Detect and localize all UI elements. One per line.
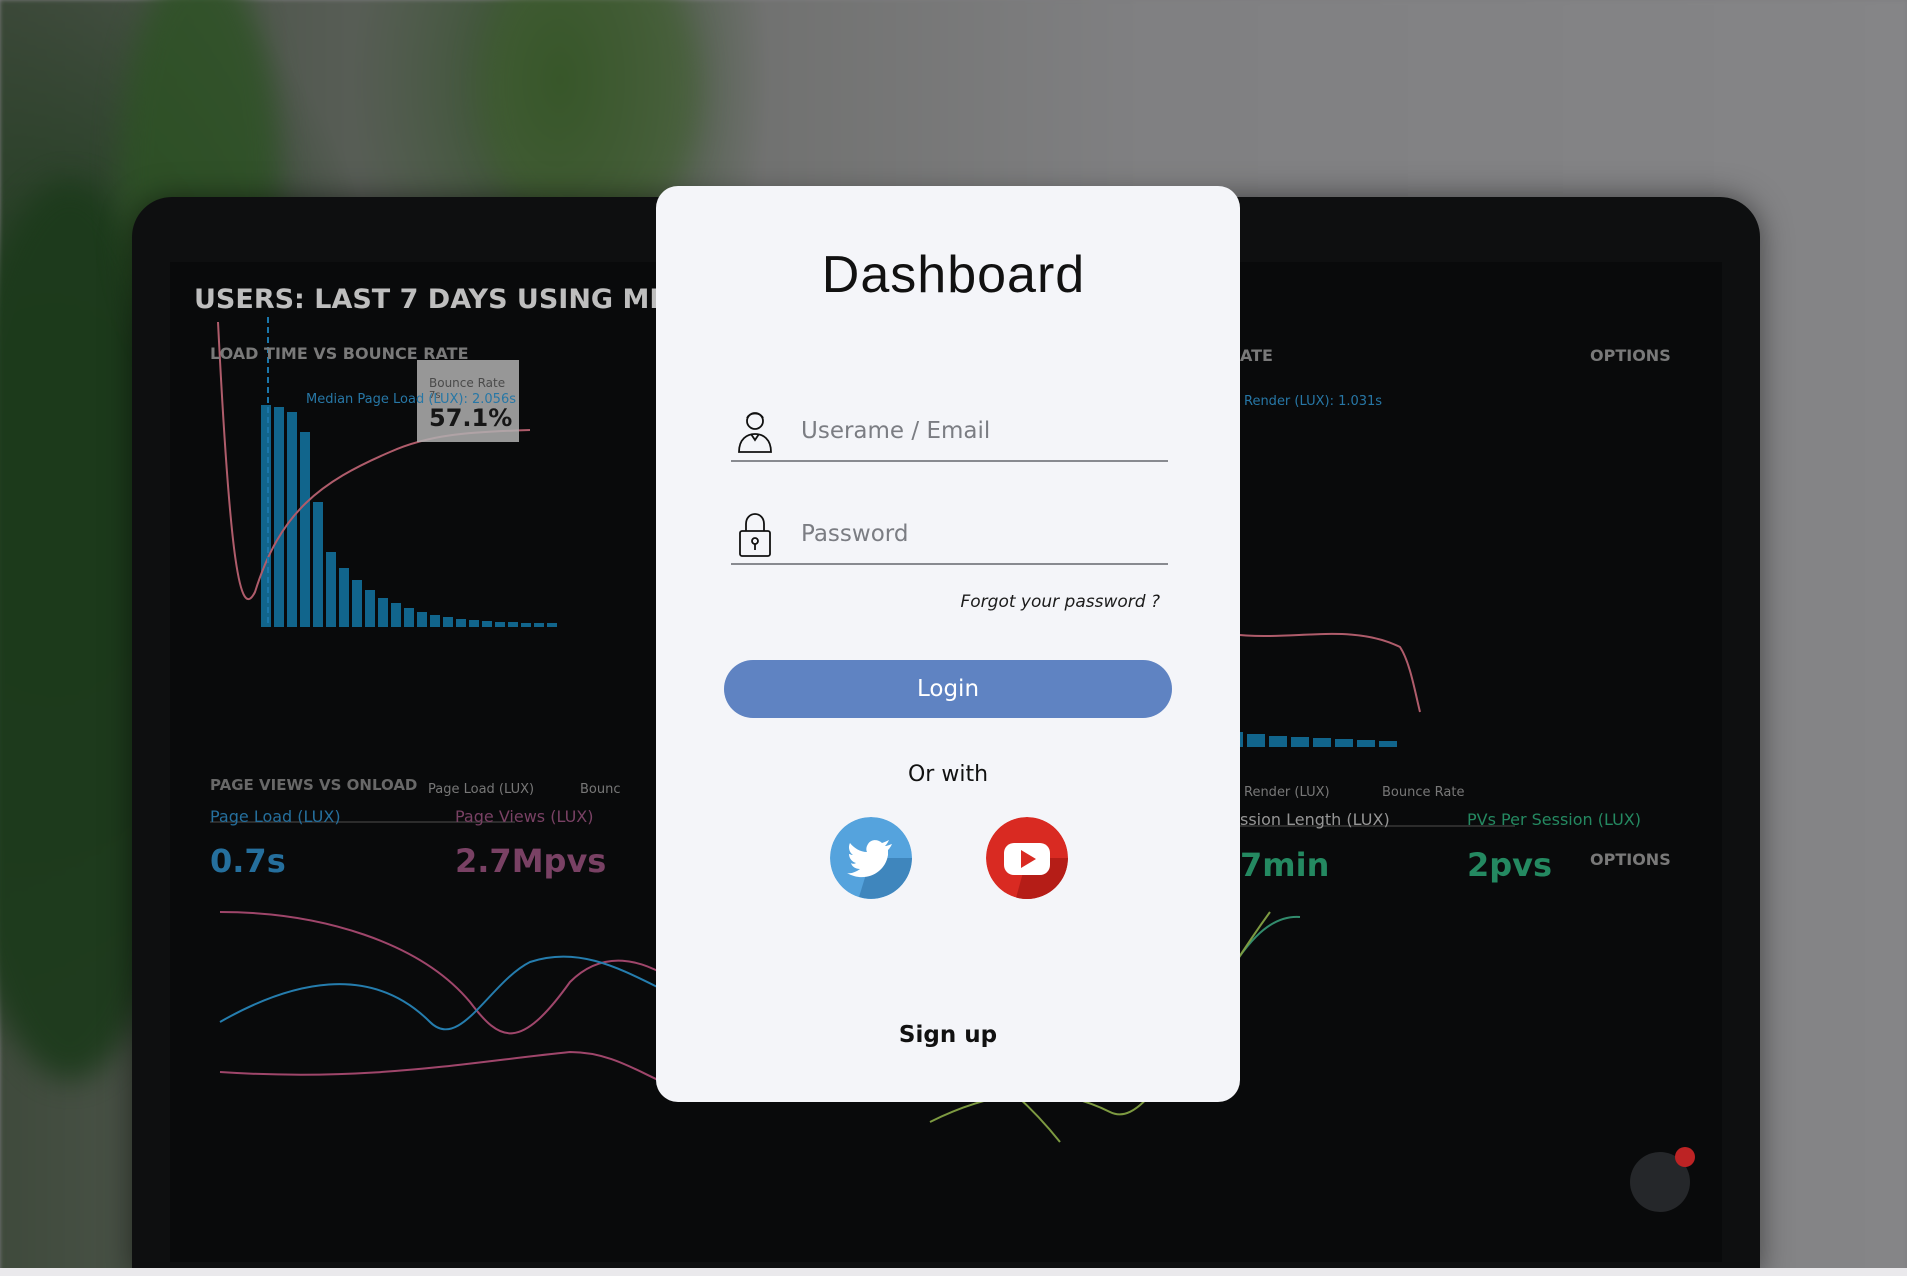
twitter-button[interactable]: [830, 817, 912, 899]
username-field[interactable]: Userame / Email: [731, 400, 1168, 462]
signup-link[interactable]: Sign up: [656, 1022, 1240, 1048]
username-placeholder: Userame / Email: [801, 418, 991, 444]
bottom-strip: [0, 1268, 1907, 1276]
youtube-button[interactable]: [986, 817, 1068, 899]
login-card: [656, 186, 1240, 1102]
password-field[interactable]: Password: [731, 503, 1168, 565]
or-with-label: Or with: [907, 762, 989, 787]
user-icon: [738, 412, 772, 453]
login-button[interactable]: Login: [724, 660, 1172, 718]
twitter-icon: [830, 817, 912, 899]
forgot-password-link[interactable]: Forgot your password ?: [900, 592, 1161, 612]
password-placeholder: Password: [801, 521, 909, 547]
youtube-icon: [986, 817, 1068, 899]
page-title: Dashboard: [821, 246, 1086, 304]
lock-icon: [739, 513, 771, 557]
